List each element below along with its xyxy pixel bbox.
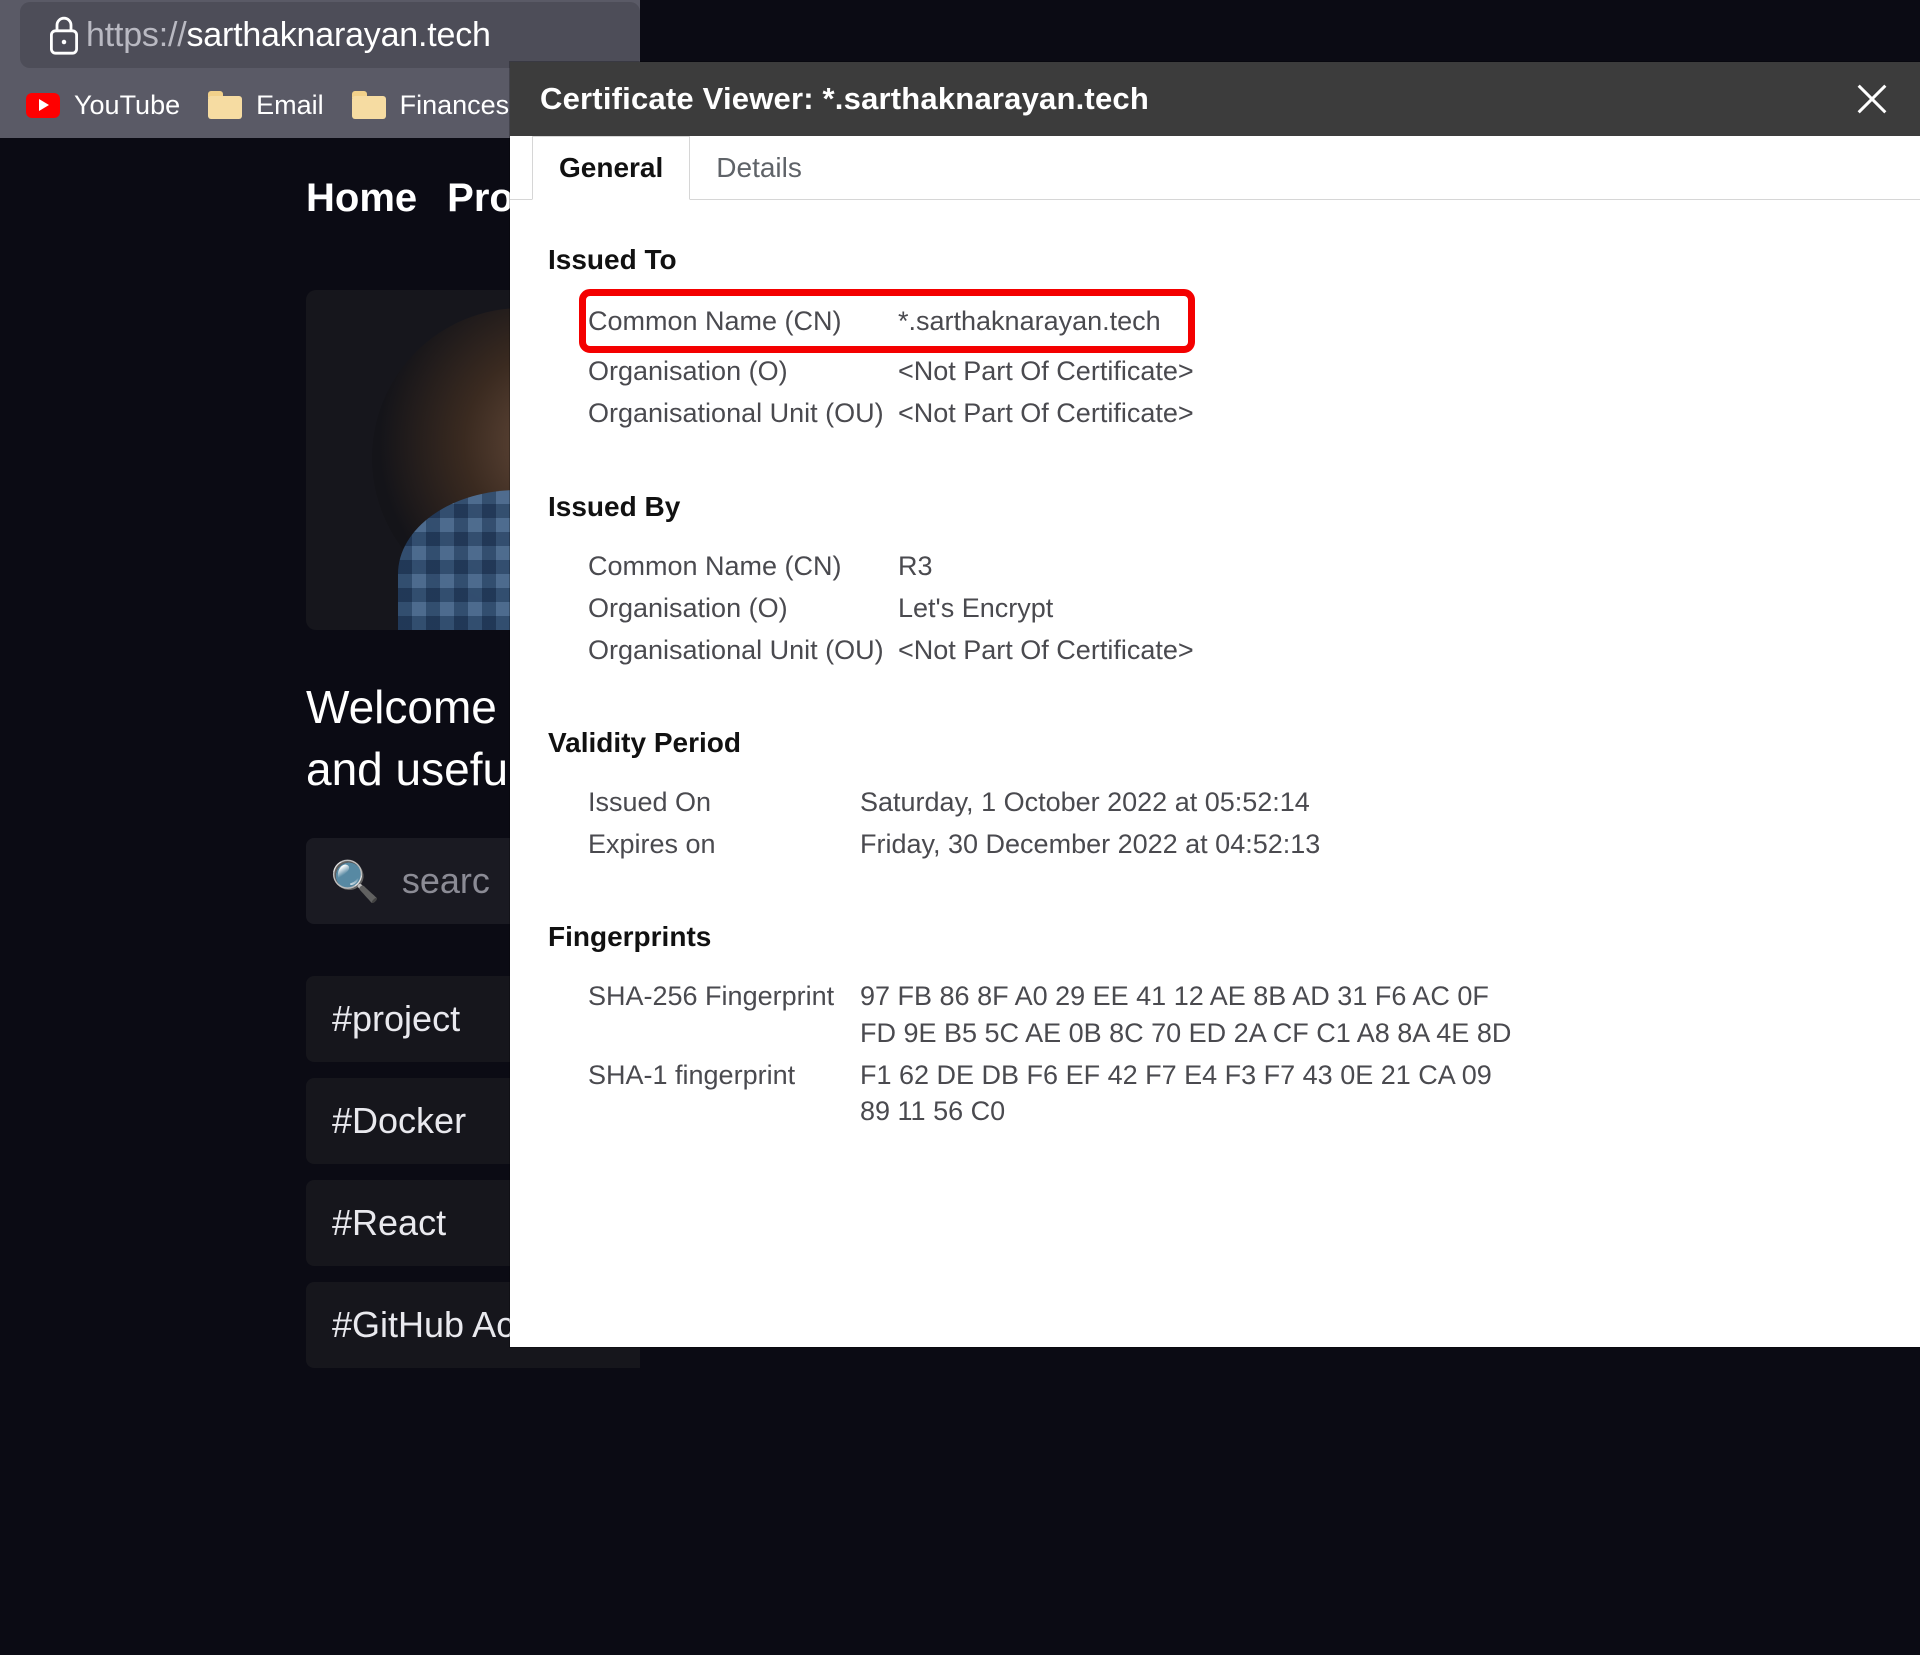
magnifier-icon: 🔍 <box>330 859 380 904</box>
row-sha1-fingerprint: SHA-1 fingerprint F1 62 DE DB F6 EF 42 F… <box>588 1054 1920 1132</box>
row-key: Organisation (O) <box>588 592 788 623</box>
section-title: Fingerprints <box>548 921 712 953</box>
row-common-name: Common Name (CN) R3 <box>588 545 1920 587</box>
row-key: SHA-1 fingerprint <box>588 1059 796 1090</box>
row-expires-on: Expires on Friday, 30 December 2022 at 0… <box>588 823 1920 865</box>
row-key: Expires on <box>588 829 716 860</box>
url-host: sarthaknarayan.tech <box>186 15 491 54</box>
nav-item-home[interactable]: Home <box>306 176 417 221</box>
row-key: Organisational Unit (OU) <box>588 634 884 665</box>
row-key: Organisational Unit (OU) <box>588 398 884 429</box>
address-bar[interactable]: https://sarthaknarayan.tech <box>20 2 640 68</box>
row-organisation: Organisation (O) <Not Part Of Certificat… <box>588 350 1920 392</box>
section-title: Issued To <box>548 244 677 275</box>
tag-label: #GitHub Ac <box>332 1304 515 1345</box>
dialog-title: Certificate Viewer: *.sarthaknarayan.tec… <box>540 81 1149 116</box>
dialog-titlebar: Certificate Viewer: *.sarthaknarayan.tec… <box>510 62 1920 136</box>
url-text: https://sarthaknarayan.tech <box>86 16 491 55</box>
folder-icon <box>208 91 243 119</box>
url-scheme: https:// <box>86 15 187 54</box>
tab-details[interactable]: Details <box>690 136 828 199</box>
dialog-body: Issued To Common Name (CN) *.sarthaknara… <box>510 200 1920 1132</box>
section-title: Issued By <box>548 490 681 522</box>
row-value: 97 FB 86 8F A0 29 EE 41 12 AE 8B AD 31 F… <box>860 981 1512 1048</box>
bookmark-label: YouTube <box>74 89 181 120</box>
row-key: Common Name (CN) <box>588 550 842 581</box>
row-sha256-fingerprint: SHA-256 Fingerprint 97 FB 86 8F A0 29 EE… <box>588 975 1920 1053</box>
row-value: <Not Part Of Certificate> <box>898 398 1194 429</box>
search-placeholder: searc <box>401 860 490 901</box>
bookmark-label: Finances <box>399 89 510 120</box>
row-value: F1 62 DE DB F6 EF 42 F7 E4 F3 F7 43 0E 2… <box>860 1059 1492 1126</box>
section-validity-period: Validity Period Issued On Saturday, 1 Oc… <box>548 727 1920 865</box>
section-title: Validity Period <box>548 727 741 759</box>
section-issued-to: Issued To Common Name (CN) *.sarthaknara… <box>548 244 1920 435</box>
dialog-tabs: General Details <box>510 136 1920 200</box>
row-value: R3 <box>898 550 933 581</box>
youtube-icon <box>26 92 60 118</box>
tab-general[interactable]: General <box>532 136 691 200</box>
bookmark-finances[interactable]: Finances <box>351 89 510 121</box>
row-issued-on: Issued On Saturday, 1 October 2022 at 05… <box>588 781 1920 823</box>
certificate-viewer-dialog: Certificate Viewer: *.sarthaknarayan.tec… <box>510 62 1920 1347</box>
row-value: Let's Encrypt <box>898 592 1054 623</box>
row-organisation: Organisation (O) Let's Encrypt <box>588 587 1920 629</box>
row-common-name-highlighted: Common Name (CN) *.sarthaknarayan.tech <box>579 288 1195 354</box>
tag-label: #Docker <box>332 1100 467 1141</box>
row-value: Saturday, 1 October 2022 at 05:52:14 <box>860 787 1310 818</box>
row-key: Issued On <box>588 787 712 818</box>
tag-label: #React <box>332 1202 447 1243</box>
row-organisational-unit: Organisational Unit (OU) <Not Part Of Ce… <box>588 392 1920 434</box>
tag-label: #project <box>332 998 461 1039</box>
row-organisational-unit: Organisational Unit (OU) <Not Part Of Ce… <box>588 629 1920 671</box>
lock-icon[interactable] <box>42 14 86 56</box>
row-key: SHA-256 Fingerprint <box>588 981 835 1012</box>
row-value: *.sarthaknarayan.tech <box>898 306 1161 336</box>
section-issued-by: Issued By Common Name (CN) R3 Organisati… <box>548 491 1920 672</box>
close-icon[interactable] <box>1846 73 1898 125</box>
bookmark-youtube[interactable]: YouTube <box>26 90 180 121</box>
row-value: <Not Part Of Certificate> <box>898 634 1194 665</box>
row-key: Common Name (CN) <box>588 306 842 336</box>
row-value: Friday, 30 December 2022 at 04:52:13 <box>860 829 1321 860</box>
folder-icon <box>351 91 386 119</box>
row-key: Organisation (O) <box>588 356 788 387</box>
bookmark-email[interactable]: Email <box>208 90 324 121</box>
section-fingerprints: Fingerprints SHA-256 Fingerprint 97 FB 8… <box>548 921 1920 1132</box>
row-value: <Not Part Of Certificate> <box>898 356 1194 387</box>
bookmark-label: Email <box>256 89 324 120</box>
